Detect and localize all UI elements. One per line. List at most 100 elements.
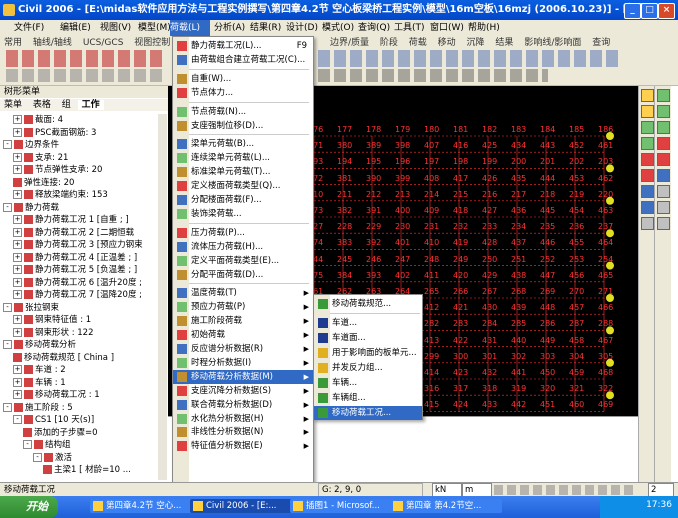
tab-view-control[interactable]: 视图控制 xyxy=(130,36,174,50)
collapse-icon[interactable]: - xyxy=(3,202,12,212)
tree-item[interactable]: + 钢束形状 : 122 xyxy=(0,327,94,339)
collapse-icon[interactable]: - xyxy=(3,340,12,349)
load-menu-item[interactable]: 支座强制位移(D)... xyxy=(173,119,313,133)
right-toolbar[interactable] xyxy=(638,86,655,482)
submenu-item[interactable]: 移动荷载工况... xyxy=(314,406,422,420)
tab-results[interactable]: 结果 xyxy=(491,36,517,50)
expand-icon[interactable]: + xyxy=(13,327,22,337)
load-menu-item[interactable]: 水化热分析数据(H) ▶ xyxy=(173,412,313,426)
collapse-icon[interactable]: - xyxy=(23,440,32,449)
tree-item[interactable]: + 静力荷载工况 7 [温降20度 ; xyxy=(0,289,142,301)
tab-query[interactable]: 查询 xyxy=(588,36,614,50)
menu-view[interactable]: 视图(V) xyxy=(100,20,131,36)
menu-load[interactable]: 荷载(L) xyxy=(170,20,210,36)
menu-results[interactable]: 结果(R) xyxy=(250,20,281,36)
menu-window[interactable]: 窗口(W) xyxy=(430,20,464,36)
menu-file[interactable]: 文件(F) xyxy=(14,20,44,36)
task-item-civil[interactable]: Civil 2006 - [E:... xyxy=(190,499,302,513)
tree-scrollbar[interactable] xyxy=(158,114,167,480)
tree-item[interactable]: + 节点弹性支承: 20 xyxy=(0,164,102,176)
load-menu-item[interactable]: 节点体力... xyxy=(173,86,313,100)
load-menu-item[interactable]: 流体压力荷载(H)... xyxy=(173,240,313,254)
right-toolbar-2[interactable] xyxy=(654,86,671,482)
expand-icon[interactable]: + xyxy=(13,115,22,124)
tree-item[interactable]: - 施工阶段 : 5 xyxy=(0,402,73,414)
expand-icon[interactable]: + xyxy=(13,265,22,274)
page-number[interactable]: 2 xyxy=(648,483,674,497)
tree-item[interactable]: + 钢束特征值 : 1 xyxy=(0,314,91,326)
tree-item[interactable]: 主梁1 [ 材龄=10 ... xyxy=(0,464,131,476)
load-menu-item[interactable]: 梁单元荷载(B)... xyxy=(173,137,313,151)
menu-mode[interactable]: 模式(O) xyxy=(322,20,354,36)
task-item-doc1[interactable]: 第四章4.2节 空心... xyxy=(90,499,202,513)
expand-icon[interactable]: + xyxy=(13,252,22,262)
submenu-item[interactable]: 并发反力组... xyxy=(314,361,422,375)
submenu-item[interactable]: 车辆... xyxy=(314,376,422,390)
toolbar-file-icons[interactable] xyxy=(6,69,166,82)
tree-item[interactable]: + 静力荷载工况 1 [自重 ; ] xyxy=(0,214,129,226)
expand-icon[interactable]: + xyxy=(13,152,22,162)
tab-settlement[interactable]: 沉降 xyxy=(463,36,489,50)
tree-item[interactable]: 添加的子步骤=0 xyxy=(0,427,98,439)
toolbar-icons-right[interactable] xyxy=(318,50,618,67)
load-menu-item[interactable]: 由荷载组合建立荷载工况(C)... xyxy=(173,53,313,67)
tree-item[interactable]: - 边界条件 xyxy=(0,139,59,151)
tree-item[interactable]: + 支承: 21 xyxy=(0,152,68,164)
tree-item[interactable]: + 静力荷载工况 4 [正温差 ; ] xyxy=(0,252,137,264)
menu-analysis[interactable]: 分析(A) xyxy=(214,20,245,36)
collapse-icon[interactable]: - xyxy=(33,452,42,462)
menu-edit[interactable]: 编辑(E) xyxy=(60,20,91,36)
tree-item[interactable]: + 静力荷载工况 2 [二期恒载 xyxy=(0,227,134,239)
tab-influence[interactable]: 影响线/影响面 xyxy=(520,36,585,50)
expand-icon[interactable]: + xyxy=(13,290,22,299)
task-item-word[interactable]: 插图1 - Microsof... xyxy=(290,499,402,513)
load-menu-item[interactable]: 连续梁单元荷载(L)... xyxy=(173,151,313,165)
expand-icon[interactable]: + xyxy=(13,277,22,287)
tree-item[interactable]: 移动荷载规范 [ China ] xyxy=(0,352,114,364)
expand-icon[interactable]: + xyxy=(13,127,22,137)
menu-design[interactable]: 设计(D) xyxy=(286,20,318,36)
collapse-icon[interactable]: - xyxy=(3,302,12,312)
load-menu-item[interactable]: 温度荷载(T) ▶ xyxy=(173,286,313,300)
submenu-item[interactable]: 车辆组... xyxy=(314,391,422,405)
expand-icon[interactable]: + xyxy=(13,390,22,399)
tree-tab-menu[interactable]: 菜单 xyxy=(0,100,26,110)
submenu-item[interactable]: 移动荷载规范... xyxy=(314,297,422,311)
load-menu-item[interactable]: 施工阶段荷载 ▶ xyxy=(173,314,313,328)
load-menu-item[interactable]: 节点荷载(N)... xyxy=(173,105,313,119)
tree-tab-table[interactable]: 表格 xyxy=(29,100,55,110)
tab-moving[interactable]: 移动 xyxy=(434,36,460,50)
load-menu-item[interactable]: 支座沉降分析数据(S) ▶ xyxy=(173,384,313,398)
submenu-item[interactable]: 用于影响面的板单元... xyxy=(314,346,422,360)
expand-icon[interactable]: + xyxy=(13,377,22,387)
load-menu-item[interactable]: 预应力荷载(P) ▶ xyxy=(173,300,313,314)
menu-query[interactable]: 查询(Q) xyxy=(358,20,390,36)
load-menu-item[interactable]: 标准梁单元荷载(T)... xyxy=(173,165,313,179)
tree-tab-work[interactable]: 工作 xyxy=(77,100,104,110)
expand-icon[interactable]: + xyxy=(13,315,22,324)
tree-item[interactable]: + 截面: 4 xyxy=(0,114,63,126)
tab-stage[interactable]: 阶段 xyxy=(376,36,402,50)
tree-item[interactable]: + 车道 : 2 xyxy=(0,364,66,376)
load-menu-item[interactable]: 装饰梁荷载... xyxy=(173,207,313,221)
toolbar-icons-left[interactable] xyxy=(6,50,166,67)
load-menu-item[interactable]: 分配楼面荷载(F)... xyxy=(173,193,313,207)
maximize-button[interactable]: □ xyxy=(641,3,658,19)
load-menu-item[interactable]: 非线性分析数据(N) ▶ xyxy=(173,425,313,439)
load-menu-item[interactable]: 初始荷载 ▶ xyxy=(173,328,313,342)
submenu-item[interactable]: 车道... xyxy=(314,316,422,330)
tree-item[interactable]: + 静力荷载工况 3 [预应力钢束 xyxy=(0,239,143,251)
tab-common[interactable]: 常用 xyxy=(0,36,26,50)
tree-item[interactable]: 弹性连接: 20 xyxy=(0,177,74,189)
tree-item[interactable]: + PSC截面钢筋: 3 xyxy=(0,127,96,139)
unit-force-select[interactable]: kN xyxy=(432,483,462,497)
load-menu-item[interactable]: 静力荷载工况(L)... F9 xyxy=(173,39,313,53)
expand-icon[interactable]: + xyxy=(13,165,22,174)
expand-icon[interactable]: + xyxy=(13,215,22,224)
tree-item[interactable]: - 静力荷载 xyxy=(0,202,59,214)
tree-item[interactable]: + 车辆 : 1 xyxy=(0,377,66,389)
menu-help[interactable]: 帮助(H) xyxy=(468,20,500,36)
expand-icon[interactable]: + xyxy=(13,240,22,249)
tree-item[interactable]: - CS1 [10 天(s)] xyxy=(0,414,94,426)
tree-item[interactable]: - 结构组 xyxy=(0,439,71,451)
